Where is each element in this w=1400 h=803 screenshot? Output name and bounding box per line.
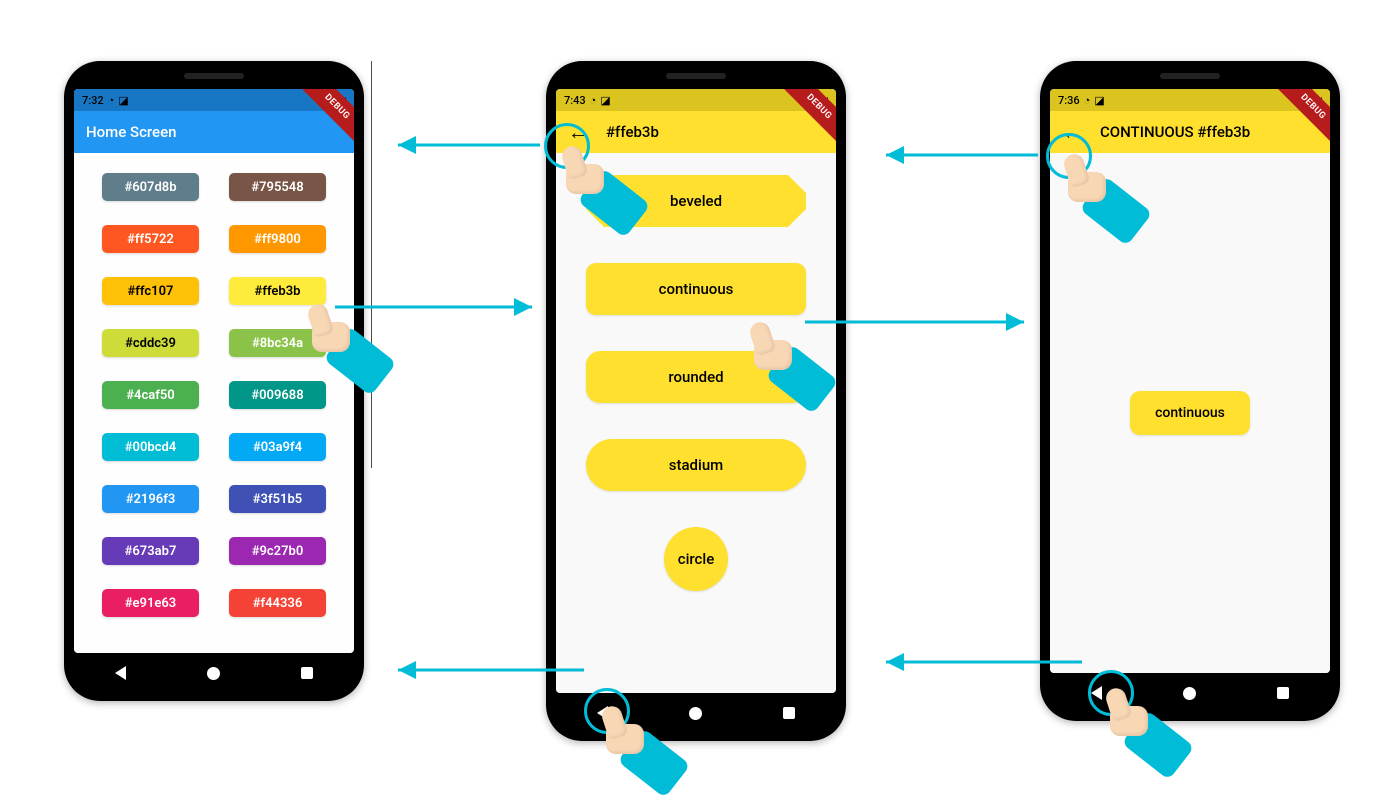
color-chip-8bc34a[interactable]: #8bc34a — [229, 329, 326, 357]
app-title: #ffeb3b — [606, 123, 659, 141]
color-chip-607d8b[interactable]: #607d8b — [102, 173, 199, 201]
color-chip-3f51b5[interactable]: #3f51b5 — [229, 485, 326, 513]
shape-button-continuous[interactable]: continuous — [586, 263, 806, 315]
nav-recent-icon[interactable] — [301, 667, 313, 679]
color-chip-2196f3[interactable]: #2196f3 — [102, 485, 199, 513]
shape-button-circle[interactable]: circle — [664, 527, 728, 591]
back-arrow-icon[interactable]: ← — [568, 122, 588, 142]
color-chip-009688[interactable]: #009688 — [229, 381, 326, 409]
nav-back-icon[interactable] — [1091, 686, 1102, 700]
back-arrow-icon[interactable]: ← — [1062, 122, 1082, 142]
color-chip-4caf50[interactable]: #4caf50 — [102, 381, 199, 409]
status-icon: ◔ — [108, 94, 115, 107]
shape-button-rounded[interactable]: rounded — [586, 351, 806, 403]
color-grid: #607d8b #795548 #ff5722 #ff9800 #ffc107 #ffeb… — [86, 163, 342, 627]
app-title: CONTINUOUS #ffeb3b — [1100, 123, 1250, 141]
nav-home-icon[interactable] — [207, 667, 220, 680]
app-bar-shapes: ← #ffeb3b — [556, 111, 836, 153]
nav-home-icon[interactable] — [1183, 687, 1196, 700]
app-bar-home: Home Screen — [74, 111, 354, 153]
nav-home-icon[interactable] — [689, 707, 702, 720]
app-title: Home Screen — [86, 123, 176, 141]
status-time: 7:43 — [564, 94, 586, 107]
status-icon: ◪ — [600, 94, 610, 107]
body-detail: continuous — [1050, 153, 1330, 673]
body-shapes: beveled continuous rounded stadium circle — [556, 153, 836, 693]
phone-home: 7:32 ◔ ◪ ◢ Home Screen DEBUG #607d8b#795… — [64, 61, 364, 701]
nav-recent-icon[interactable] — [1277, 687, 1289, 699]
android-navbar — [1050, 677, 1330, 709]
vertical-divider — [371, 61, 372, 468]
app-bar-detail: ← CONTINUOUS #ffeb3b — [1050, 111, 1330, 153]
status-icon: ◔ — [1084, 94, 1091, 107]
shape-button-beveled[interactable]: beveled — [586, 175, 806, 227]
color-chip-ffc107[interactable]: #ffc107 — [102, 277, 199, 305]
android-navbar — [556, 697, 836, 729]
shape-stack: beveled continuous rounded stadium circle — [568, 163, 824, 591]
status-time: 7:36 — [1058, 94, 1080, 107]
color-chip-f44336[interactable]: #f44336 — [229, 589, 326, 617]
color-chip-e91e63[interactable]: #e91e63 — [102, 589, 199, 617]
screen-detail: 7:36 ◔ ◪ ◢ ← CONTINUOUS #ffeb3b DEBUG co… — [1050, 89, 1330, 673]
status-time: 7:32 — [82, 94, 104, 107]
color-chip-ff9800[interactable]: #ff9800 — [229, 225, 326, 253]
nav-back-icon[interactable] — [115, 666, 126, 680]
status-icon: ◪ — [1094, 94, 1104, 107]
phone-shapes: 7:43 ◔ ◪ ◢ ← #ffeb3b DEBUG beveledcontin… — [546, 61, 846, 741]
body-home: #607d8b #795548 #ff5722 #ff9800 #ffc107 #ffeb… — [74, 153, 354, 653]
status-icon: ◔ — [590, 94, 597, 107]
color-chip-cddc39[interactable]: #cddc39 — [102, 329, 199, 357]
detail-button-continuous[interactable]: continuous — [1130, 391, 1250, 435]
shape-button-stadium[interactable]: stadium — [586, 439, 806, 491]
android-navbar — [74, 657, 354, 689]
color-chip-ff5722[interactable]: #ff5722 — [102, 225, 199, 253]
color-chip-795548[interactable]: #795548 — [229, 173, 326, 201]
color-chip-00bcd4[interactable]: #00bcd4 — [102, 433, 199, 461]
color-chip-9c27b0[interactable]: #9c27b0 — [229, 537, 326, 565]
phone-detail: 7:36 ◔ ◪ ◢ ← CONTINUOUS #ffeb3b DEBUG co… — [1040, 61, 1340, 721]
nav-recent-icon[interactable] — [783, 707, 795, 719]
color-chip-673ab7[interactable]: #673ab7 — [102, 537, 199, 565]
nav-back-icon[interactable] — [597, 706, 608, 720]
color-chip-03a9f4[interactable]: #03a9f4 — [229, 433, 326, 461]
screen-shapes: 7:43 ◔ ◪ ◢ ← #ffeb3b DEBUG beveledcontin… — [556, 89, 836, 693]
status-icon: ◪ — [118, 94, 128, 107]
screen-home: 7:32 ◔ ◪ ◢ Home Screen DEBUG #607d8b#795… — [74, 89, 354, 653]
color-chip-ffeb3b[interactable]: #ffeb3b — [229, 277, 326, 305]
